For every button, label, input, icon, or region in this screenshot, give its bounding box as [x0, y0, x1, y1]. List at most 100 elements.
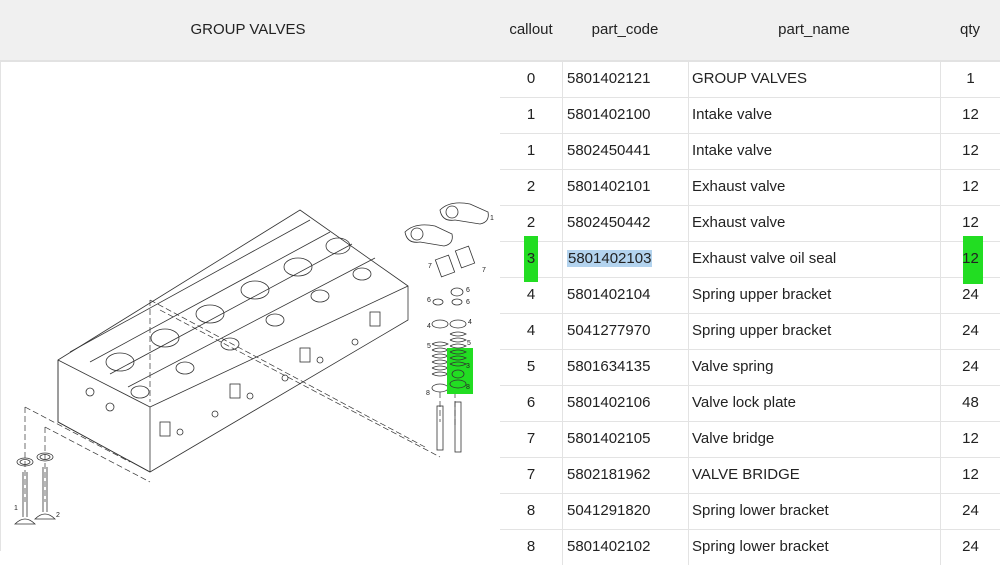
cell-part-code[interactable]: 5801402103 [562, 242, 688, 277]
cell-qty: 12 [940, 458, 1000, 493]
table-row[interactable]: 5 5801634135 Valve spring 24 [500, 350, 1000, 386]
cell-callout: 1 [526, 106, 536, 123]
cell-part-code[interactable]: 5801402106 [562, 386, 688, 421]
callout-8-label: 8 [426, 390, 430, 397]
cell-qty: 12 [940, 134, 1000, 169]
svg-text:5: 5 [427, 343, 431, 350]
callout-5-label: 5 [467, 340, 471, 347]
cell-qty: 48 [940, 386, 1000, 421]
cell-qty: 12 [940, 98, 1000, 133]
column-header-qty[interactable]: qty [940, 0, 1000, 60]
cell-callout: 0 [526, 70, 536, 87]
cell-part-name: Spring upper bracket [688, 278, 940, 313]
cell-part-code[interactable]: 5801402100 [562, 98, 688, 133]
cell-part-code[interactable]: 5801402121 [562, 62, 688, 97]
svg-text:1: 1 [490, 215, 494, 222]
cell-part-name: VALVE BRIDGE [688, 458, 940, 493]
cylinder-head-drawing: 1 2 3 4 5 6 7 8 8 7 6 6 5 4 1 [14, 202, 494, 525]
callout-2-label: 2 [56, 512, 60, 519]
cell-callout-value: 3 [526, 250, 536, 267]
cell-part-code[interactable]: 5801634135 [562, 350, 688, 385]
cell-part-name: Exhaust valve oil seal [688, 242, 940, 277]
cell-qty: 24 [940, 278, 1000, 313]
cell-qty: 12 [940, 236, 1000, 284]
cell-part-name: Spring lower bracket [688, 530, 940, 565]
spring-stack-left [431, 298, 449, 451]
group-title: GROUP VALVES [190, 21, 306, 38]
cell-callout: 1 [526, 142, 536, 159]
table-row-highlighted[interactable]: 3 5801402103 Exhaust valve oil seal 12 [500, 236, 1000, 284]
cell-part-name: Valve lock plate [688, 386, 940, 421]
cell-part-name: GROUP VALVES [688, 62, 940, 97]
cell-callout: 8 [526, 538, 536, 555]
cylinder-head-block [57, 209, 409, 473]
cell-qty: 24 [940, 530, 1000, 565]
cell-qty: 1 [940, 62, 1000, 97]
cell-part-name: Spring lower bracket [688, 494, 940, 529]
table-header: GROUP VALVES callout part_code part_name… [0, 0, 1000, 62]
cell-part-code[interactable]: 5041277970 [562, 314, 688, 349]
valve-pair [14, 452, 56, 525]
cell-callout: 7 [526, 466, 536, 483]
cell-qty-value: 12 [962, 250, 979, 267]
cell-qty: 12 [940, 422, 1000, 457]
selected-part-code[interactable]: 5801402103 [567, 250, 653, 267]
rocker-arms [404, 202, 489, 278]
table-row[interactable]: 0 5801402121 GROUP VALVES 1 [500, 62, 1000, 98]
cell-callout: 3 [500, 236, 562, 282]
table-row[interactable]: 8 5801402102 Spring lower bracket 24 [500, 530, 1000, 565]
svg-text:6: 6 [466, 287, 470, 294]
table-left-border [0, 62, 1, 551]
cell-qty: 12 [940, 170, 1000, 205]
exploded-parts-diagram: 1 2 3 4 5 6 7 8 8 7 6 6 5 4 1 [0, 62, 498, 551]
table-row[interactable]: 1 5801402100 Intake valve 12 [500, 98, 1000, 134]
svg-text:7: 7 [482, 267, 486, 274]
cell-part-name: Valve bridge [688, 422, 940, 457]
callout-4-label: 4 [427, 323, 431, 330]
cell-qty: 24 [940, 494, 1000, 529]
cell-part-code[interactable]: 5801402101 [562, 170, 688, 205]
cell-qty: 24 [940, 314, 1000, 349]
cell-callout: 5 [526, 358, 536, 375]
cell-part-name: Intake valve [688, 134, 940, 169]
cell-callout: 7 [526, 430, 536, 447]
cell-callout: 4 [526, 286, 536, 303]
table-row[interactable]: 2 5801402101 Exhaust valve 12 [500, 170, 1000, 206]
svg-text:6: 6 [466, 299, 470, 306]
cell-part-name: Valve spring [688, 350, 940, 385]
spring-stack-right [447, 287, 473, 453]
cell-part-code[interactable]: 5801402105 [562, 422, 688, 457]
cell-part-name: Exhaust valve [688, 170, 940, 205]
table-row[interactable]: 7 5802181962 VALVE BRIDGE 12 [500, 458, 1000, 494]
parts-table: 0 5801402121 GROUP VALVES 1 1 5801402100… [500, 62, 1000, 565]
cell-callout: 6 [526, 394, 536, 411]
svg-text:8: 8 [466, 384, 470, 391]
table-row[interactable]: 8 5041291820 Spring lower bracket 24 [500, 494, 1000, 530]
cell-part-code[interactable]: 5802450442 [562, 206, 688, 241]
table-row[interactable]: 4 5041277970 Spring upper bracket 24 [500, 314, 1000, 350]
cell-part-name: Exhaust valve [688, 206, 940, 241]
cell-qty: 24 [940, 350, 1000, 385]
cell-callout: 2 [526, 178, 536, 195]
table-row[interactable]: 4 5801402104 Spring upper bracket 24 [500, 278, 1000, 314]
callout-7-label: 7 [428, 263, 432, 270]
cell-part-code[interactable]: 5802450441 [562, 134, 688, 169]
table-row[interactable]: 6 5801402106 Valve lock plate 48 [500, 386, 1000, 422]
table-row[interactable]: 1 5802450441 Intake valve 12 [500, 134, 1000, 170]
cell-part-code[interactable]: 5801402104 [562, 278, 688, 313]
table-row[interactable]: 7 5801402105 Valve bridge 12 [500, 422, 1000, 458]
cell-part-name: Spring upper bracket [688, 314, 940, 349]
cell-part-code[interactable]: 5041291820 [562, 494, 688, 529]
column-header-part-name[interactable]: part_name [688, 0, 940, 60]
cell-part-name: Intake valve [688, 98, 940, 133]
column-header-callout[interactable]: callout [500, 0, 562, 60]
column-header-part-code[interactable]: part_code [562, 0, 688, 60]
callout-3-label: 3 [466, 363, 470, 370]
cell-part-code[interactable]: 5802181962 [562, 458, 688, 493]
cell-callout: 4 [526, 322, 536, 339]
svg-text:4: 4 [468, 319, 472, 326]
cell-part-code[interactable]: 5801402102 [562, 530, 688, 565]
table-row[interactable]: 2 5802450442 Exhaust valve 12 [500, 206, 1000, 242]
callout-6-label: 6 [427, 297, 431, 304]
callout-1-label: 1 [14, 505, 18, 512]
